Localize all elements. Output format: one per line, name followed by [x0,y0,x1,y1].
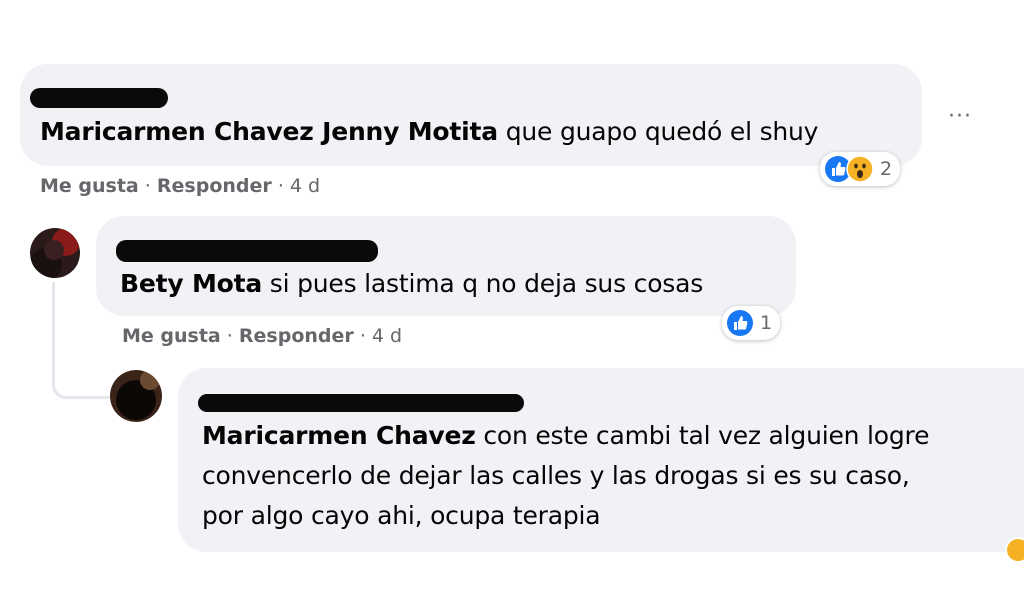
comment-body: si pues lastima q no deja sus cosas [269,269,704,298]
comment-text: Maricarmen Chavez Jenny Motita que guapo… [40,112,818,152]
like-button[interactable]: Me gusta [122,325,221,347]
comment-body: con este cambi tal vez alguien logre [483,421,930,450]
like-icon [727,310,753,336]
redacted-author-name [116,240,378,262]
comment-actions: Me gusta · Responder · 4 d [40,175,320,197]
comment-text-line: convencerlo de dejar las calles y las dr… [202,461,910,490]
separator: · [277,175,290,197]
like-button[interactable]: Me gusta [40,175,139,197]
reaction-count: 1 [760,312,773,334]
comment-text-line: por algo cayo ahi, ocupa terapia [202,501,601,530]
avatar[interactable] [30,228,80,278]
mentioned-names[interactable]: Maricarmen Chavez Jenny Motita [40,117,498,146]
redacted-author-name [198,394,524,412]
timestamp[interactable]: 4 d [290,175,320,197]
mentioned-names[interactable]: Maricarmen Chavez [202,421,476,450]
timestamp[interactable]: 4 d [372,325,402,347]
reply-button[interactable]: Responder [239,325,354,347]
wow-icon [846,155,874,183]
comment-body: que guapo quedó el shuy [505,117,819,146]
comment-actions: Me gusta · Responder · 4 d [122,325,402,347]
reaction-summary[interactable]: 2 [820,152,901,186]
reply-button[interactable]: Responder [157,175,272,197]
separator: · [359,325,372,347]
separator: · [144,175,157,197]
comment-text: Bety Mota si pues lastima q no deja sus … [120,264,703,304]
redacted-author-name [30,88,168,108]
separator: · [226,325,239,347]
mentioned-names[interactable]: Bety Mota [120,269,262,298]
reaction-summary[interactable]: 1 [722,306,781,340]
more-options-icon[interactable]: ··· [948,104,972,129]
reaction-icon-partial[interactable] [1002,536,1024,562]
comment-text-line: Maricarmen Chavez con este cambi tal vez… [202,416,929,456]
avatar[interactable] [110,370,162,422]
reaction-count: 2 [880,158,893,180]
